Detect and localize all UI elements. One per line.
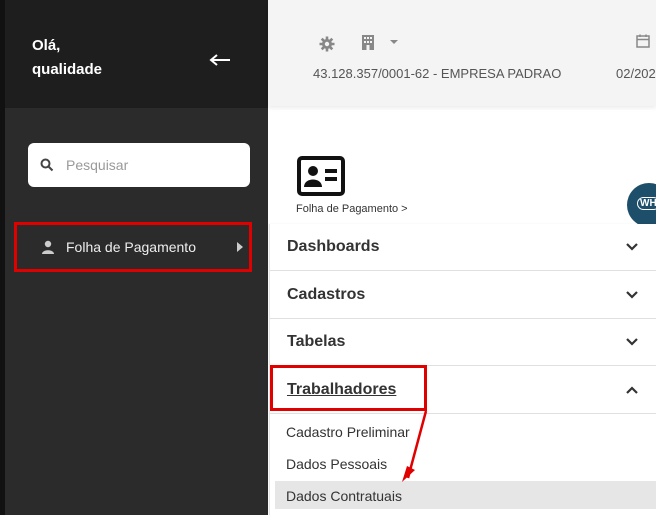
menu-section-label: Trabalhadores bbox=[287, 381, 397, 398]
chevron-down-icon bbox=[626, 243, 638, 251]
submenu-item-label: Dados Contratuais bbox=[286, 488, 402, 504]
company-selector-label[interactable]: 43.128.357/0001-62 - EMPRESA PADRAO bbox=[313, 66, 561, 81]
breadcrumb[interactable]: Folha de Pagamento > bbox=[296, 203, 408, 215]
chevron-down-icon bbox=[626, 291, 638, 299]
company-logo-badge: WH bbox=[627, 183, 656, 227]
search-icon bbox=[40, 158, 54, 172]
greeting-line-1: Olá, bbox=[32, 37, 61, 54]
menu-section-cadastros[interactable]: Cadastros bbox=[270, 272, 656, 319]
sidebar-item-label: Folha de Pagamento bbox=[66, 239, 196, 255]
id-card-icon bbox=[297, 156, 345, 196]
sidebar-item-folha-de-pagamento[interactable]: Folha de Pagamento bbox=[14, 222, 252, 272]
chevron-up-icon bbox=[626, 386, 638, 394]
chevron-down-icon bbox=[626, 338, 638, 346]
menu-section-label: Cadastros bbox=[287, 286, 366, 303]
submenu-item-dados-pessoais[interactable]: Dados Pessoais bbox=[275, 449, 656, 477]
top-header bbox=[268, 0, 656, 106]
competence-date[interactable]: 02/202 bbox=[616, 66, 656, 81]
menu-section-label: Dashboards bbox=[287, 238, 380, 255]
submenu-item-dados-contratuais[interactable]: Dados Contratuais bbox=[275, 481, 656, 509]
calendar-icon[interactable] bbox=[636, 34, 650, 48]
search-box[interactable] bbox=[28, 143, 250, 187]
person-icon bbox=[42, 240, 54, 254]
menu-section-label: Tabelas bbox=[287, 333, 346, 350]
menu-section-trabalhadores[interactable]: Trabalhadores bbox=[270, 367, 656, 414]
submenu-item-label: Cadastro Preliminar bbox=[286, 424, 410, 440]
badge-text: WH bbox=[637, 197, 656, 210]
user-greeting: Olá, qualidade bbox=[32, 34, 102, 82]
gear-icon[interactable] bbox=[319, 36, 335, 52]
building-icon bbox=[362, 35, 374, 50]
chevron-down-icon[interactable] bbox=[389, 38, 399, 46]
menu-section-tabelas[interactable]: Tabelas bbox=[270, 319, 656, 366]
submenu-item-cadastro-preliminar[interactable]: Cadastro Preliminar bbox=[275, 417, 656, 445]
greeting-username: qualidade bbox=[32, 61, 103, 78]
caret-right-icon bbox=[237, 242, 243, 252]
submenu-item-label: Dados Pessoais bbox=[286, 456, 388, 472]
menu-section-dashboards[interactable]: Dashboards bbox=[270, 224, 656, 271]
search-input[interactable] bbox=[66, 153, 236, 177]
arrow-left-icon[interactable] bbox=[208, 52, 232, 68]
